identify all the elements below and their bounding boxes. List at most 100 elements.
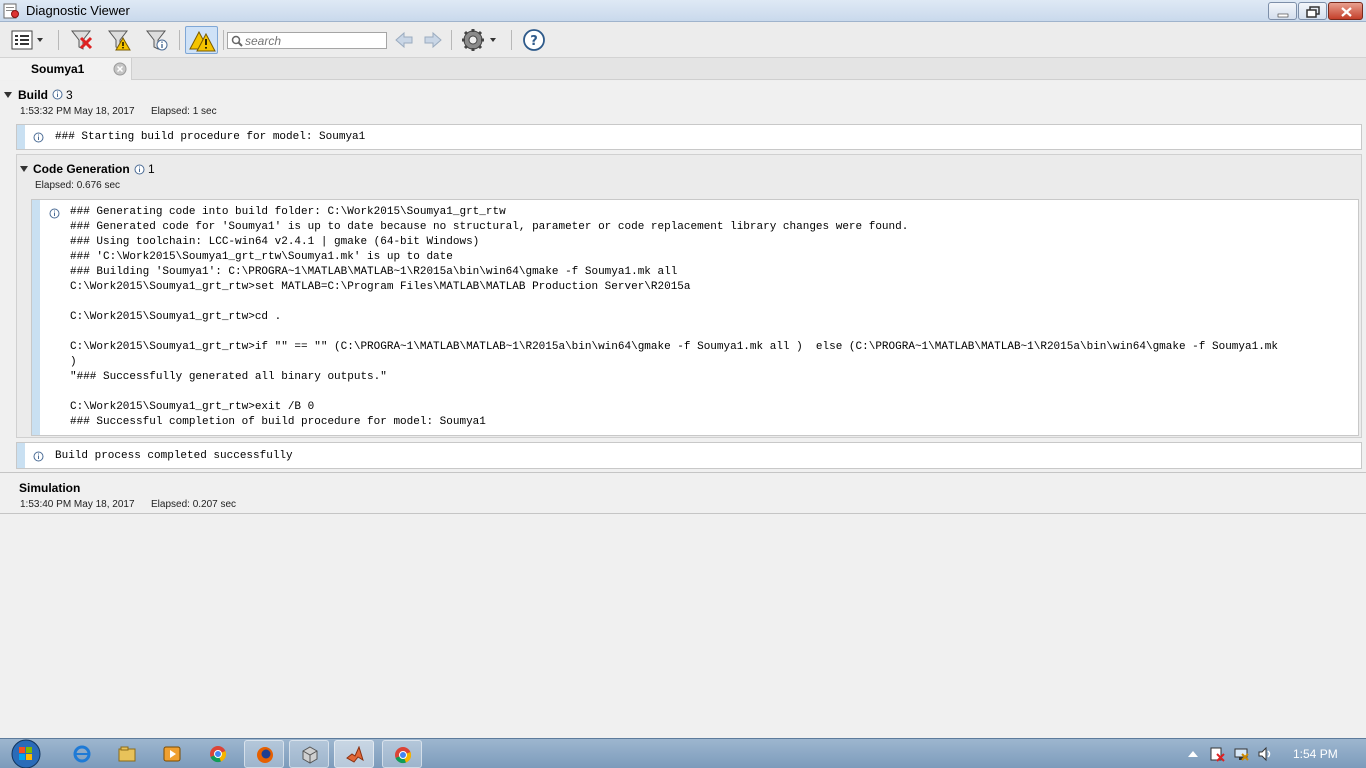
section-divider (0, 472, 1366, 473)
codegen-section-title: Code Generation (33, 162, 130, 176)
log-line: C:\Work2015\Soumya1_grt_rtw>set MATLAB=C… (70, 281, 691, 293)
log-line: C:\Work2015\Soumya1_grt_rtw>cd . (70, 311, 282, 323)
action-center-icon[interactable] (1209, 746, 1225, 762)
taskbar: 1:54 PM (0, 738, 1366, 768)
taskbar-chrome[interactable] (198, 740, 238, 768)
info-icon (52, 89, 63, 100)
log-line: ### Successful completion of build proce… (70, 416, 486, 428)
search-input[interactable] (245, 34, 383, 47)
matlab-icon (346, 746, 364, 763)
simulation-section-title[interactable]: Simulation (19, 481, 80, 495)
show-warnings-toggle[interactable] (185, 26, 218, 54)
close-icon (1341, 7, 1352, 17)
message-accent-bar (32, 200, 40, 435)
forward-button[interactable] (419, 26, 445, 54)
log-line: ### Generated code for 'Soumya1' is up t… (70, 221, 909, 233)
chrome-icon (210, 746, 227, 763)
forward-arrow-icon (424, 31, 442, 49)
taskbar-clock[interactable]: 1:54 PM (1293, 747, 1338, 761)
toolbar: ? (0, 22, 1366, 58)
build-collapse-toggle[interactable] (4, 92, 12, 98)
filter-info-button[interactable] (141, 26, 171, 54)
log-line: "### Successfully generated all binary o… (70, 371, 387, 383)
info-icon (33, 132, 44, 143)
message-accent-bar (17, 443, 25, 468)
filter-icon (145, 30, 168, 51)
taskbar-file-explorer[interactable] (107, 740, 147, 768)
toolbar-separator (223, 30, 224, 50)
taskbar-chrome-window[interactable] (382, 740, 422, 768)
media-player-icon (163, 746, 181, 762)
build-section-title: Build (18, 88, 48, 102)
close-window-button[interactable] (1328, 2, 1363, 20)
taskbar-media-player[interactable] (152, 740, 192, 768)
info-icon (33, 451, 44, 462)
info-icon (134, 164, 145, 175)
show-hidden-icons-icon[interactable] (1185, 746, 1201, 762)
tab-soumya1[interactable]: Soumya1 (0, 58, 132, 80)
diagnostic-viewer-app-icon (3, 3, 19, 19)
message-accent-bar (17, 125, 25, 149)
volume-icon[interactable] (1257, 746, 1273, 762)
message-text: ### Starting build procedure for model: … (55, 131, 366, 143)
toolbar-separator (179, 30, 180, 50)
chrome-icon (395, 747, 412, 764)
log-line: C:\Work2015\Soumya1_grt_rtw>exit /B 0 (70, 401, 315, 413)
window-title: Diagnostic Viewer (26, 3, 130, 18)
close-tab-icon[interactable] (113, 62, 127, 76)
svg-text:?: ? (530, 34, 538, 49)
help-icon: ? (523, 29, 545, 51)
taskbar-cube-app[interactable] (289, 740, 329, 768)
help-button[interactable]: ? (519, 26, 549, 54)
build-timestamp: 1:53:32 PM May 18, 2017 (20, 106, 135, 117)
log-line: ### 'C:\Work2015\Soumya1_grt_rtw\Soumya1… (70, 251, 453, 263)
clear-all-button[interactable] (66, 26, 96, 54)
section-divider (0, 513, 1366, 514)
info-icon (49, 208, 60, 219)
warning-toggle-icon (189, 30, 216, 52)
title-bar: Diagnostic Viewer (0, 0, 1366, 22)
tab-strip: Soumya1 (0, 58, 1366, 80)
back-button[interactable] (390, 26, 416, 54)
taskbar-firefox[interactable] (244, 740, 284, 768)
taskbar-matlab[interactable] (334, 740, 374, 768)
filter-warning-icon (107, 30, 131, 51)
codegen-elapsed: Elapsed: 0.676 sec (35, 180, 121, 191)
log-line: ### Building 'Soumya1': C:\PROGRA~1\MATL… (70, 266, 678, 278)
simulation-elapsed: Elapsed: 0.207 sec (151, 499, 237, 510)
simulation-timestamp: 1:53:40 PM May 18, 2017 (20, 499, 135, 510)
filter-warnings-button[interactable] (103, 26, 133, 54)
clear-all-icon (70, 30, 93, 50)
windows-start-icon[interactable] (6, 739, 44, 768)
build-start-message: ### Starting build procedure for model: … (16, 124, 1362, 150)
toolbar-separator (451, 30, 452, 50)
log-line: C:\Work2015\Soumya1_grt_rtw>if "" == "" … (70, 341, 1278, 353)
log-line: ### Using toolchain: LCC-win64 v2.4.1 | … (70, 236, 480, 248)
tab-label: Soumya1 (31, 62, 85, 76)
log-line: ### Generating code into build folder: C… (70, 206, 506, 218)
taskbar-internet-explorer[interactable] (62, 740, 102, 768)
search-box[interactable] (227, 32, 387, 49)
restore-icon (1306, 6, 1320, 18)
build-complete-message: Build process completed successfully (16, 442, 1362, 469)
file-explorer-icon (118, 746, 136, 762)
settings-button[interactable] (458, 26, 500, 54)
view-list-icon (11, 30, 43, 50)
build-elapsed: Elapsed: 1 sec (151, 106, 217, 117)
firefox-icon (257, 747, 273, 763)
toolbar-separator (58, 30, 59, 50)
codegen-collapse-toggle[interactable] (20, 166, 28, 172)
settings-icon (462, 29, 496, 51)
build-info-count: 3 (66, 88, 73, 102)
internet-explorer-icon (73, 745, 91, 763)
minimize-button[interactable] (1268, 2, 1297, 20)
search-icon (231, 35, 243, 47)
log-line: ) (70, 356, 77, 368)
restore-button[interactable] (1298, 2, 1327, 20)
message-text: Build process completed successfully (55, 450, 293, 462)
view-options-button[interactable] (6, 26, 46, 54)
toolbar-separator (511, 30, 512, 50)
network-icon[interactable] (1233, 746, 1249, 762)
codegen-log-message: ### Generating code into build folder: C… (31, 199, 1359, 436)
diagnostics-pane: Build 3 1:53:32 PM May 18, 2017 Elapsed:… (0, 81, 1366, 738)
